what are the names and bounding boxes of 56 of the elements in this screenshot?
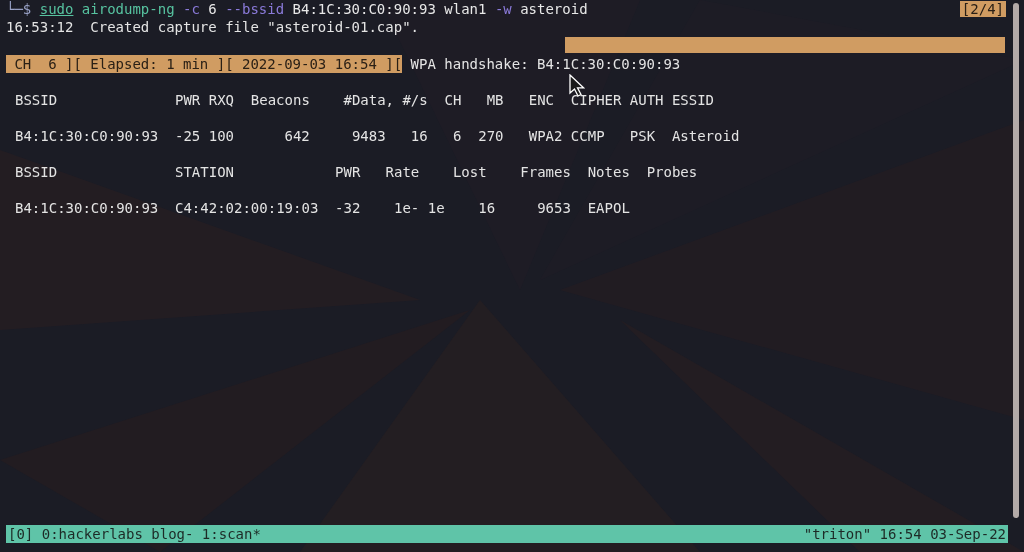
table-cell: 100 [208,127,234,145]
table-cell: 9653 [537,199,571,217]
column-header: Lost [452,163,487,181]
column-header: #/s [402,91,428,109]
column-header: #Data, [343,91,394,109]
table-cell: PSK [629,127,656,145]
column-header: ENC [528,91,554,109]
status-highlight: CH 6 ][ Elapsed: 1 min ][ 2022-09-03 16:54 ][ [6,55,403,73]
table-cell: -32 [335,199,361,217]
table-cell: 16 [410,127,428,145]
column-header: BSSID [15,91,58,109]
column-header: Frames [520,163,571,181]
command-word: -w [494,0,512,18]
command-word: airodump-ng [81,0,175,18]
table-cell: B4:1C:30:C0:90:93 [15,127,159,145]
table-cell: 642 [284,127,310,145]
table-cell: EAPOL [587,199,630,217]
table-cell: 6 [452,127,462,145]
table-cell: WPA2 [528,127,563,145]
column-header: STATION [175,163,234,181]
table-cell: -25 [175,127,201,145]
command-word: asteroid [520,0,588,18]
prompt-symbol: └─$ [6,0,32,18]
command-word: B4:1C:30:C0:90:93 [292,0,436,18]
column-header: CIPHER [570,91,622,109]
table-cell: B4:1C:30:C0:90:93 [15,199,159,217]
column-header: PWR [175,91,201,109]
column-header: AUTH [629,91,664,109]
column-header: Rate [385,163,420,181]
scrollbar[interactable] [1013,3,1019,518]
column-header: Notes [587,163,630,181]
status-message: WPA handshake: B4:1C:30:C0:90:93 [410,55,681,73]
table-cell: 9483 [351,127,386,145]
table-cell: CCMP [570,127,605,145]
column-header: CH [444,91,462,109]
window-list: [0] 0:hackerlabs blog- 1:scan* [8,525,261,543]
column-header: PWR [335,163,361,181]
output-line: 16:53:12 Created capture file "asteroid-01.cap". [6,18,419,36]
command-word: 6 [208,0,217,18]
column-header: ESSID [671,91,714,109]
column-header: MB [486,91,504,109]
column-header: RXQ [208,91,234,109]
command-word: --bssid [225,0,285,18]
column-header: Beacons [250,91,310,109]
host-clock: "triton" 16:54 03-Sep-22 [803,525,1006,543]
command-word: wlan1 [444,0,487,18]
table-cell: Asteroid [671,127,740,145]
command-word: -c [183,0,200,18]
table-cell: 16 [478,199,496,217]
pane-indicator: [2/4] [959,1,1006,17]
command-word: sudo [39,0,74,18]
table-cell: C4:42:02:00:19:03 [175,199,319,217]
column-header: BSSID [15,163,58,181]
column-header: Probes [646,163,698,181]
table-cell: 1e- 1e [394,199,445,217]
table-cell: 270 [478,127,504,145]
